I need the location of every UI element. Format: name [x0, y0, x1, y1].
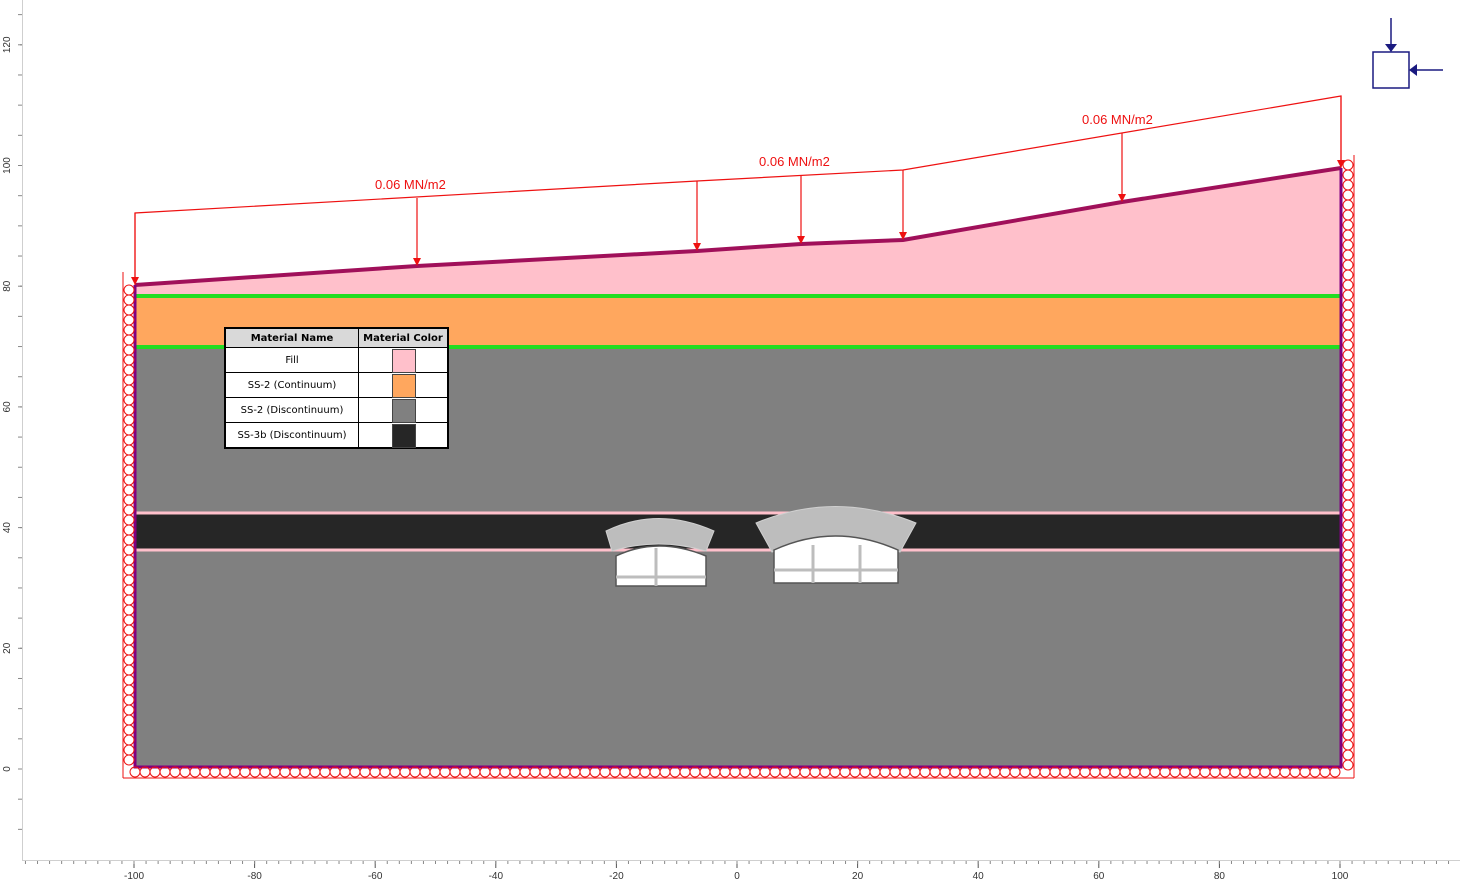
legend-swatch [392, 374, 416, 398]
model-canvas[interactable]: 0.06 MN/m2 0.06 MN/m2 0.06 MN/m2 [0, 0, 1460, 883]
legend-swatch [392, 399, 416, 423]
tunnel-left-opening [615, 545, 707, 587]
fill-region [135, 168, 1341, 297]
tunnel-right-opening [773, 535, 899, 584]
tunnel-right[interactable] [755, 506, 917, 584]
legend-row: SS-2 (Continuum) [224, 372, 449, 398]
legend-name: Fill [224, 347, 359, 373]
legend-name: SS-3b (Discontinuum) [224, 422, 359, 449]
horizontal-ruler [22, 860, 1460, 884]
right-restraints [1342, 159, 1354, 771]
load-label-2: 0.06 MN/m2 [759, 154, 830, 169]
view-orientation-icon[interactable] [1372, 18, 1443, 89]
load-label-1: 0.06 MN/m2 [375, 177, 446, 192]
legend-name: SS-2 (Discontinuum) [224, 397, 359, 423]
legend-header-color: Material Color [358, 327, 449, 348]
ss3b-layer [135, 514, 1341, 549]
load-label-3: 0.06 MN/m2 [1082, 112, 1153, 127]
legend-swatch [392, 424, 416, 448]
legend-row: Fill [224, 347, 449, 373]
legend-header-name: Material Name [224, 327, 359, 348]
left-restraints [123, 284, 135, 766]
material-legend: Material Name Material Color Fill SS-2 (… [224, 327, 449, 449]
legend-row: SS-2 (Discontinuum) [224, 397, 449, 423]
legend-row: SS-3b (Discontinuum) [224, 422, 449, 449]
legend-swatch [392, 349, 416, 373]
legend-name: SS-2 (Continuum) [224, 372, 359, 398]
vertical-ruler [0, 0, 23, 860]
